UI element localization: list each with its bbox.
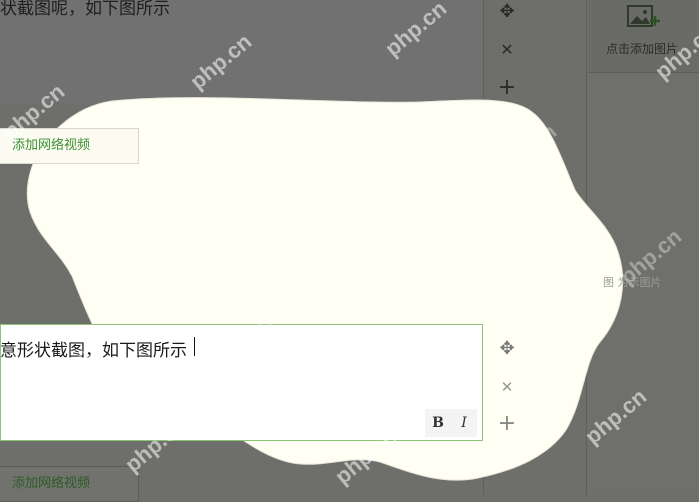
close-icon-active[interactable]: ✕ <box>497 377 517 397</box>
format-toolbar: B I <box>425 409 477 437</box>
text-caret <box>194 337 195 356</box>
move-icon-active[interactable]: ✥ <box>497 338 517 359</box>
italic-button[interactable]: I <box>451 409 477 437</box>
plus-icon-active[interactable]: + <box>497 411 517 436</box>
bold-button[interactable]: B <box>425 409 451 437</box>
